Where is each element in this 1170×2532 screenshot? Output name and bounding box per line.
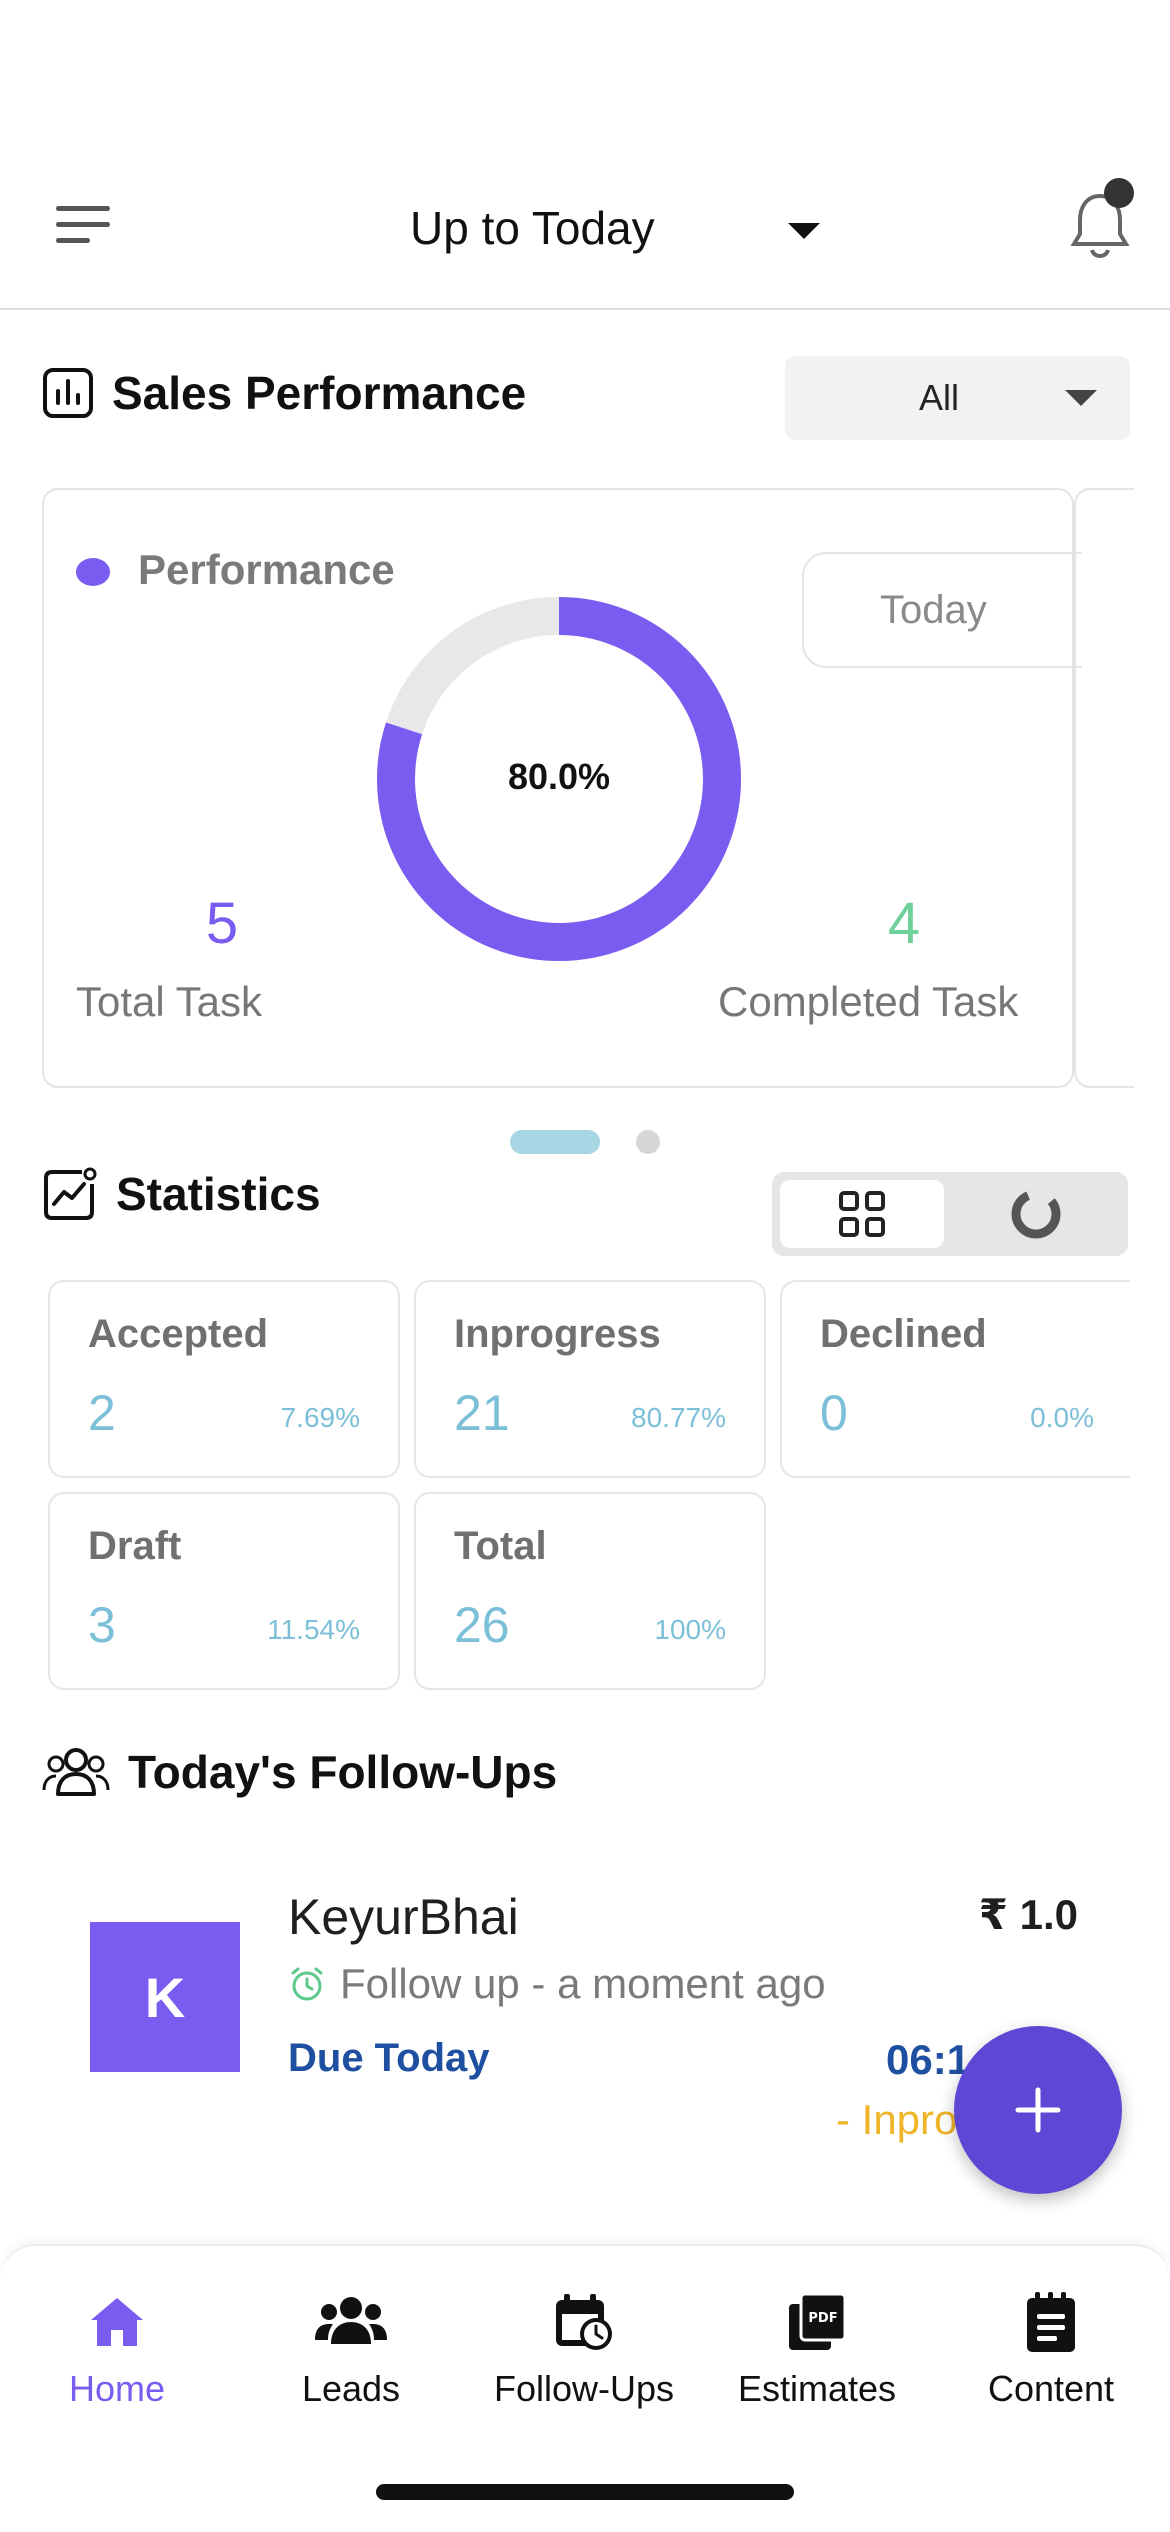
pager-dot-active[interactable]: [510, 1130, 600, 1154]
followup-subtitle: Follow up - a moment ago: [340, 1960, 826, 2007]
pager-dot[interactable]: [636, 1130, 660, 1154]
calendar-clock-icon: [556, 2294, 612, 2350]
sales-filter-value: All: [919, 377, 960, 418]
nav-label: Home: [68, 2368, 166, 2409]
total-task-label: Total Task: [76, 978, 262, 1025]
stat-label: Declined: [820, 1312, 987, 1356]
sales-filter-dropdown[interactable]: All: [785, 356, 1130, 440]
home-indicator[interactable]: [376, 2484, 794, 2500]
chevron-down-icon: [1065, 390, 1097, 406]
stat-card-accepted[interactable]: Accepted 2 7.69%: [48, 1280, 400, 1478]
sales-performance-heading: Sales Performance: [42, 366, 526, 420]
stat-value: 0: [820, 1385, 848, 1441]
users-outline-icon: [42, 1748, 110, 1796]
menu-icon[interactable]: [52, 202, 114, 248]
stat-label: Draft: [88, 1524, 182, 1568]
followups-heading: Today's Follow-Ups: [42, 1744, 557, 1800]
stat-value: 26: [454, 1597, 510, 1653]
nav-item-home[interactable]: Home: [2, 2290, 232, 2430]
followup-due: Due Today: [288, 2036, 490, 2080]
nav-item-content[interactable]: Content: [936, 2290, 1166, 2430]
bar-chart-icon: [43, 368, 93, 418]
stat-percent: 80.77%: [631, 1402, 726, 1433]
completed-task-value: 4: [887, 891, 921, 956]
grid-view-button[interactable]: [780, 1180, 944, 1248]
stat-label: Inprogress: [454, 1312, 661, 1356]
date-range-dropdown[interactable]: Up to Today: [410, 188, 830, 268]
trend-chart-icon: [44, 1167, 97, 1220]
grid-icon: [839, 1191, 885, 1237]
followups-title: Today's Follow-Ups: [128, 1746, 558, 1798]
sales-performance-title: Sales Performance: [112, 367, 527, 419]
pdf-icon: PDF: [789, 2292, 847, 2350]
app-header: Up to Today: [0, 160, 1170, 310]
nav-item-estimates[interactable]: PDF Estimates: [702, 2290, 932, 2430]
users-icon: [315, 2297, 387, 2344]
followup-time: 06:1: [886, 2036, 971, 2083]
donut-percent-label: 80.0%: [507, 756, 611, 797]
notification-dot: [1104, 178, 1134, 208]
stat-card-declined[interactable]: Declined 0 0.0%: [780, 1280, 1130, 1478]
statistics-title: Statistics: [116, 1168, 321, 1220]
stat-value: 2: [88, 1385, 116, 1441]
followup-status: - Inpro: [836, 2096, 958, 2143]
stat-card-inprogress[interactable]: Inprogress 21 80.77%: [414, 1280, 766, 1478]
stat-percent: 0.0%: [1030, 1402, 1094, 1433]
stat-value: 21: [454, 1385, 510, 1441]
stat-percent: 7.69%: [280, 1402, 360, 1433]
performance-card[interactable]: Performance Today 80.0% 5 Total Task 4 C…: [42, 488, 1082, 1088]
followup-name[interactable]: KeyurBhai: [288, 1888, 519, 1946]
avatar-letter: K: [144, 1965, 186, 2029]
home-icon: [91, 2298, 143, 2346]
stat-card-draft[interactable]: Draft 3 11.54%: [48, 1492, 400, 1690]
chevron-down-icon: [788, 223, 820, 239]
period-today-label: Today: [880, 587, 987, 632]
donut-chart-icon: [1011, 1189, 1061, 1239]
stat-percent: 100%: [654, 1614, 726, 1645]
nav-label: Estimates: [737, 2368, 897, 2409]
plus-icon: [1015, 2087, 1061, 2133]
avatar: K: [90, 1922, 240, 2072]
period-today-button[interactable]: Today: [802, 552, 1082, 668]
nav-item-leads[interactable]: Leads: [236, 2290, 466, 2430]
stat-label: Total: [454, 1524, 547, 1568]
svg-text:PDF: PDF: [808, 2311, 837, 2326]
stat-card-total[interactable]: Total 26 100%: [414, 1492, 766, 1690]
stat-percent: 11.54%: [267, 1614, 360, 1645]
nav-label: Follow-Ups: [493, 2368, 675, 2409]
nav-label: Content: [987, 2368, 1115, 2409]
chart-view-button[interactable]: [952, 1180, 1120, 1248]
date-range-label: Up to Today: [410, 202, 655, 254]
stat-value: 3: [88, 1597, 116, 1653]
statistics-heading: Statistics: [42, 1166, 321, 1222]
view-toggle[interactable]: [772, 1172, 1128, 1256]
legend-dot: [76, 558, 110, 586]
stat-label: Accepted: [88, 1312, 269, 1356]
total-task-value: 5: [205, 891, 239, 956]
nav-label: Leads: [301, 2368, 401, 2409]
add-button[interactable]: [954, 2026, 1122, 2194]
followup-subtitle-row: Follow up - a moment ago: [288, 1960, 826, 2008]
followup-amount: ₹ 1.0: [978, 1891, 1078, 1938]
performance-legend-label: Performance: [138, 546, 395, 593]
notepad-icon: [1027, 2292, 1075, 2352]
alarm-clock-icon: [291, 1967, 323, 2001]
nav-item-followups[interactable]: Follow-Ups: [469, 2290, 699, 2430]
next-performance-card[interactable]: [1074, 488, 1134, 1088]
completed-task-label: Completed Task: [718, 978, 1019, 1025]
